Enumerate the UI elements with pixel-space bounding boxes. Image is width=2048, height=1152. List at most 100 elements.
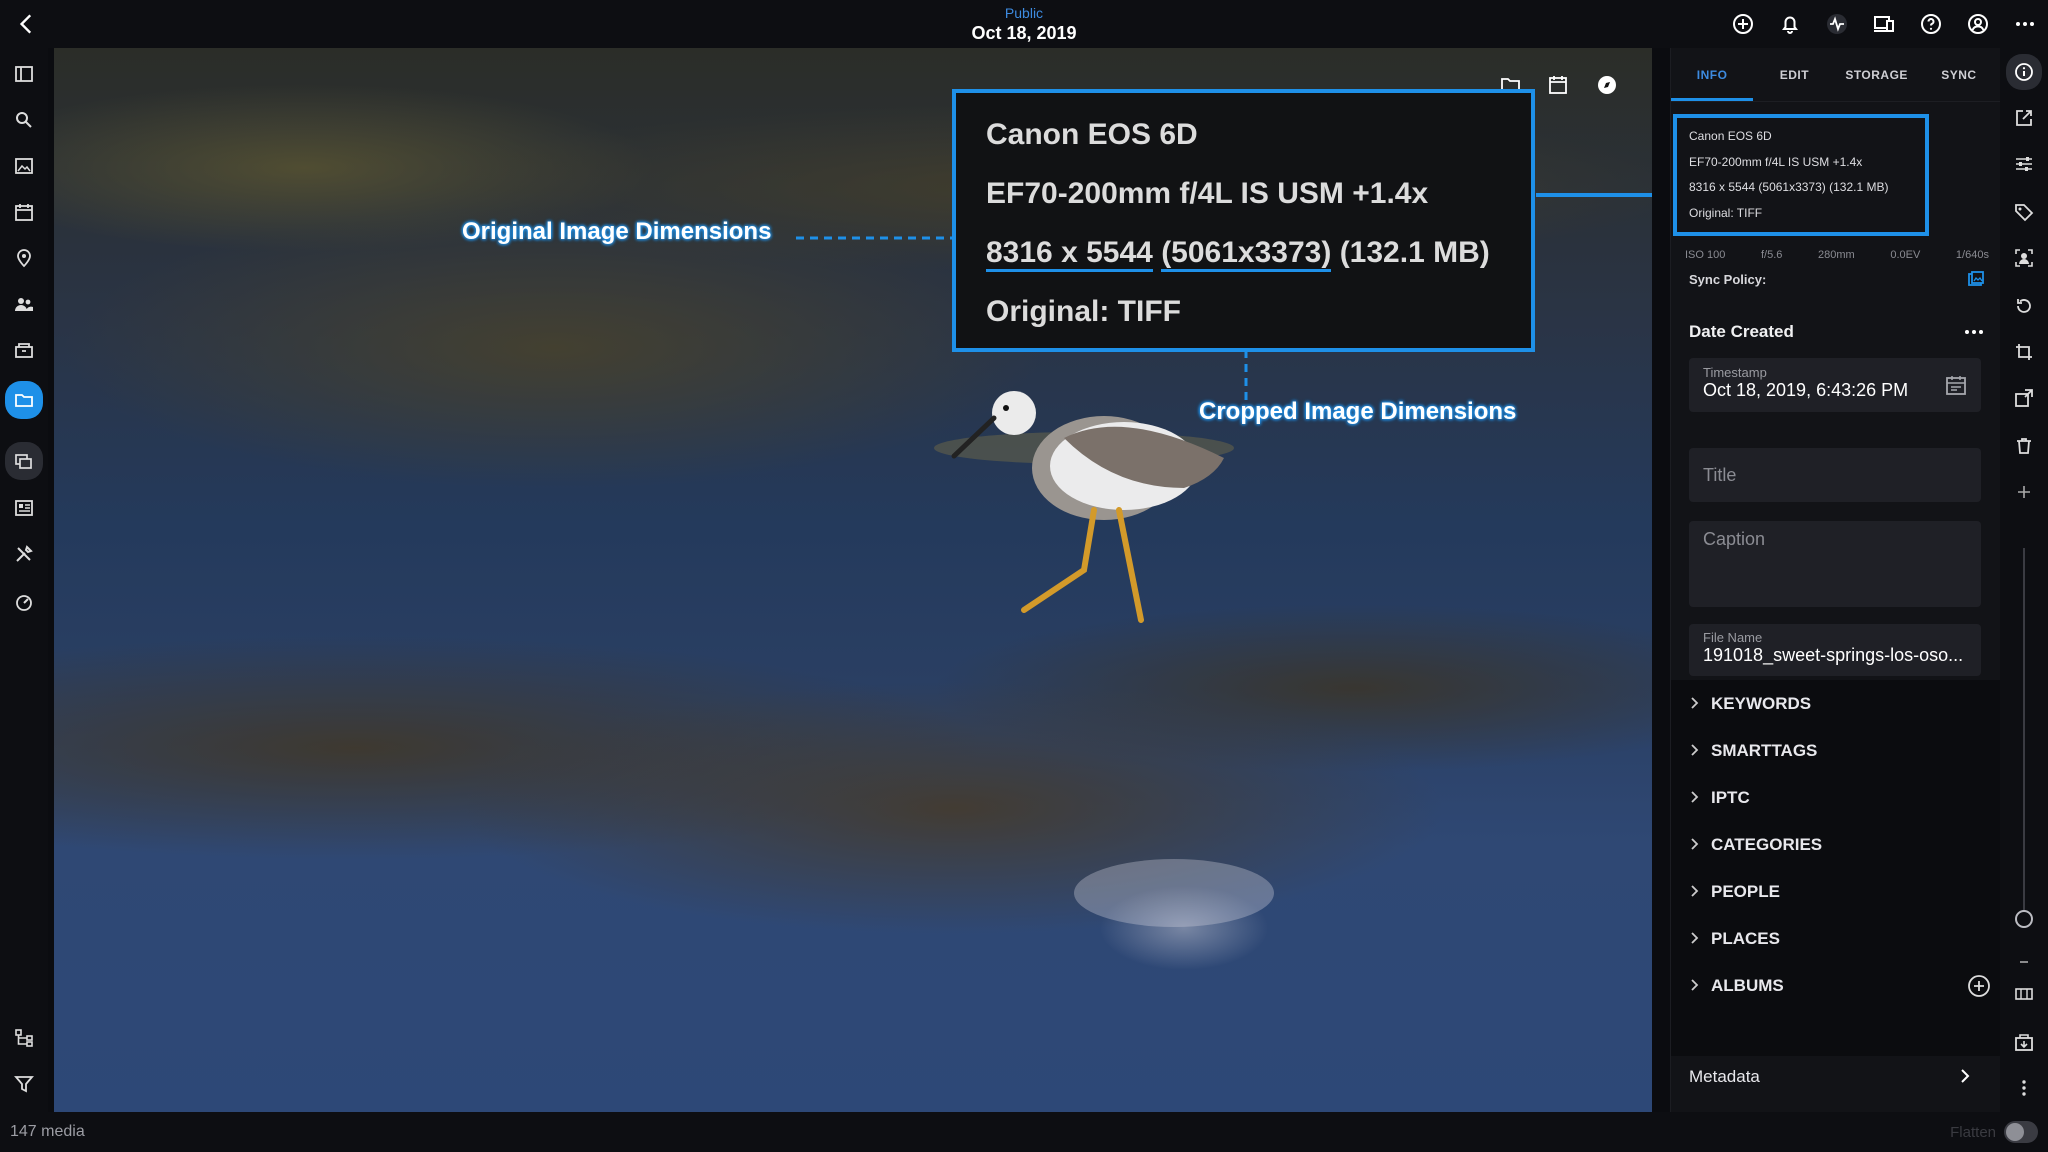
sync-policy-icon[interactable] <box>1967 270 1985 288</box>
chevron-right-icon <box>1691 791 1699 803</box>
chevron-right-icon <box>1691 744 1699 756</box>
date-more-icon[interactable] <box>1963 322 1985 347</box>
exif-summary: Canon EOS 6D EF70-200mm f/4L IS USM +1.4… <box>1673 114 1929 236</box>
section-label: KEYWORDS <box>1711 693 1812 713</box>
section-categories[interactable]: CATEGORIES <box>1671 821 2001 868</box>
title-input[interactable]: Title <box>1689 448 1981 502</box>
map-pin-icon[interactable] <box>8 242 40 274</box>
zoom-slider[interactable] <box>2023 548 2025 918</box>
more-vertical-icon[interactable] <box>2010 1074 2038 1102</box>
speed-icon[interactable] <box>8 586 40 618</box>
trash-icon[interactable] <box>2010 432 2038 460</box>
exif-shutter: 1/640s <box>1955 249 1989 261</box>
people-icon[interactable] <box>8 288 40 320</box>
top-bar: Public Oct 18, 2019 <box>0 0 2048 48</box>
chevron-right-icon <box>1691 885 1699 897</box>
hierarchy-icon[interactable] <box>8 1022 40 1054</box>
back-arrow-icon[interactable] <box>14 11 40 37</box>
chevron-right-icon <box>1691 979 1699 991</box>
tab-sync[interactable]: SYNC <box>1918 48 2000 101</box>
zoom-out-icon[interactable] <box>2010 948 2038 976</box>
caption-placeholder: Caption <box>1703 529 1766 549</box>
section-albums[interactable]: ALBUMS <box>1671 962 2001 1009</box>
flatten-label: Flatten <box>1950 1124 1996 1141</box>
toggle-knob <box>2006 1123 2024 1141</box>
header-date: Oct 18, 2019 <box>971 23 1077 43</box>
date-created-label: Date Created <box>1689 322 1794 341</box>
tab-storage[interactable]: STORAGE <box>1836 48 1918 101</box>
date-created-header: Date Created <box>1689 322 1985 342</box>
photos-icon[interactable] <box>8 150 40 182</box>
exif-aperture: f/5.6 <box>1760 249 1783 261</box>
crop-rotate-icon[interactable] <box>2010 338 2038 366</box>
timestamp-value: Oct 18, 2019, 6:43:26 PM <box>1703 380 1909 400</box>
cropped-dimensions-annotation: Cropped Image Dimensions <box>1199 398 1517 425</box>
section-smarttags[interactable]: SMARTTAGS <box>1671 727 2001 774</box>
tag-icon[interactable] <box>2010 198 2038 226</box>
section-people[interactable]: PEOPLE <box>1671 868 2001 915</box>
archive-box-icon[interactable] <box>2010 1028 2038 1056</box>
panel-tabs: INFO EDIT STORAGE SYNC <box>1671 48 2000 102</box>
calendar-icon[interactable] <box>8 196 40 228</box>
callout-cropped-dims: (5061x3373) <box>1161 236 1332 272</box>
metadata-row[interactable]: Metadata <box>1671 1056 2001 1098</box>
exif-dimensions: 8316 x 5544 (5061x3373) (132.1 MB) <box>1689 180 1889 194</box>
chevron-right-icon <box>1691 838 1699 850</box>
section-label: PEOPLE <box>1711 881 1780 901</box>
section-label: PLACES <box>1711 928 1780 948</box>
right-tool-rail <box>2000 48 2048 1112</box>
folder-icon[interactable] <box>5 381 43 419</box>
help-icon[interactable] <box>1915 9 1946 39</box>
section-keywords[interactable]: KEYWORDS <box>1671 680 2001 727</box>
zoom-callout: Canon EOS 6D EF70-200mm f/4L IS USM +1.4… <box>952 89 1535 352</box>
stack-icon[interactable] <box>5 442 43 480</box>
zoom-in-icon[interactable] <box>2010 478 2038 506</box>
exif-strip: ISO 100 f/5.6 280mm 0.0EV 1/640s <box>1685 249 1989 261</box>
bell-icon[interactable] <box>1774 9 1805 39</box>
tab-edit[interactable]: EDIT <box>1753 48 1835 101</box>
face-icon[interactable] <box>2010 244 2038 272</box>
header-title: Public Oct 18, 2019 <box>924 4 1124 44</box>
search-icon[interactable] <box>8 104 40 136</box>
add-circle-icon[interactable] <box>1727 9 1758 39</box>
chevron-right-icon <box>1691 932 1699 944</box>
zoom-slider-handle[interactable] <box>2015 910 2033 928</box>
catalog-icon[interactable] <box>8 492 40 524</box>
devices-icon[interactable] <box>1868 9 1899 39</box>
exif-exposure-comp: 0.0EV <box>1890 249 1921 261</box>
callout-original: Original: TIFF <box>986 295 1181 328</box>
add-album-icon[interactable] <box>1967 974 1991 998</box>
more-icon[interactable] <box>2009 9 2040 39</box>
timestamp-field[interactable]: Timestamp Oct 18, 2019, 6:43:26 PM <box>1689 358 1981 412</box>
adjust-icon[interactable] <box>2010 150 2038 178</box>
export-icon[interactable] <box>2010 384 2038 412</box>
section-places[interactable]: PLACES <box>1671 915 2001 962</box>
visibility-label[interactable]: Public <box>924 4 1124 22</box>
file-name-field[interactable]: File Name 191018_sweet-springs-los-oso..… <box>1689 624 1981 676</box>
title-placeholder: Title <box>1703 464 1737 485</box>
exif-camera: Canon EOS 6D <box>1689 129 1772 143</box>
archive-icon[interactable] <box>8 334 40 366</box>
file-name-label: File Name <box>1703 630 1763 645</box>
info-icon[interactable] <box>2006 54 2042 90</box>
caption-input[interactable]: Caption <box>1689 521 1981 607</box>
metadata-label: Metadata <box>1689 1067 1760 1086</box>
calendar-icon[interactable] <box>1945 374 1967 396</box>
activity-icon[interactable] <box>1821 9 1852 39</box>
sidebar-toggle-icon[interactable] <box>8 58 40 90</box>
section-iptc[interactable]: IPTC <box>1671 774 2001 821</box>
exif-original: Original: TIFF <box>1689 205 1763 220</box>
account-icon[interactable] <box>1962 9 1993 39</box>
open-external-icon[interactable] <box>2010 104 2038 132</box>
info-panel: INFO EDIT STORAGE SYNC Canon EOS 6D EF70… <box>1670 48 2001 1112</box>
tab-info[interactable]: INFO <box>1671 48 1754 101</box>
compare-icon[interactable] <box>2010 980 2038 1008</box>
media-count: 147 media <box>10 1123 85 1140</box>
exif-focal-length: 280mm <box>1818 249 1855 261</box>
tools-icon[interactable] <box>8 538 40 570</box>
callout-lens: EF70-200mm f/4L IS USM +1.4x <box>986 177 1429 210</box>
rotate-icon[interactable] <box>2010 292 2038 320</box>
flatten-toggle[interactable] <box>2004 1121 2038 1143</box>
callout-camera: Canon EOS 6D <box>986 118 1198 151</box>
filter-icon[interactable] <box>8 1068 40 1100</box>
